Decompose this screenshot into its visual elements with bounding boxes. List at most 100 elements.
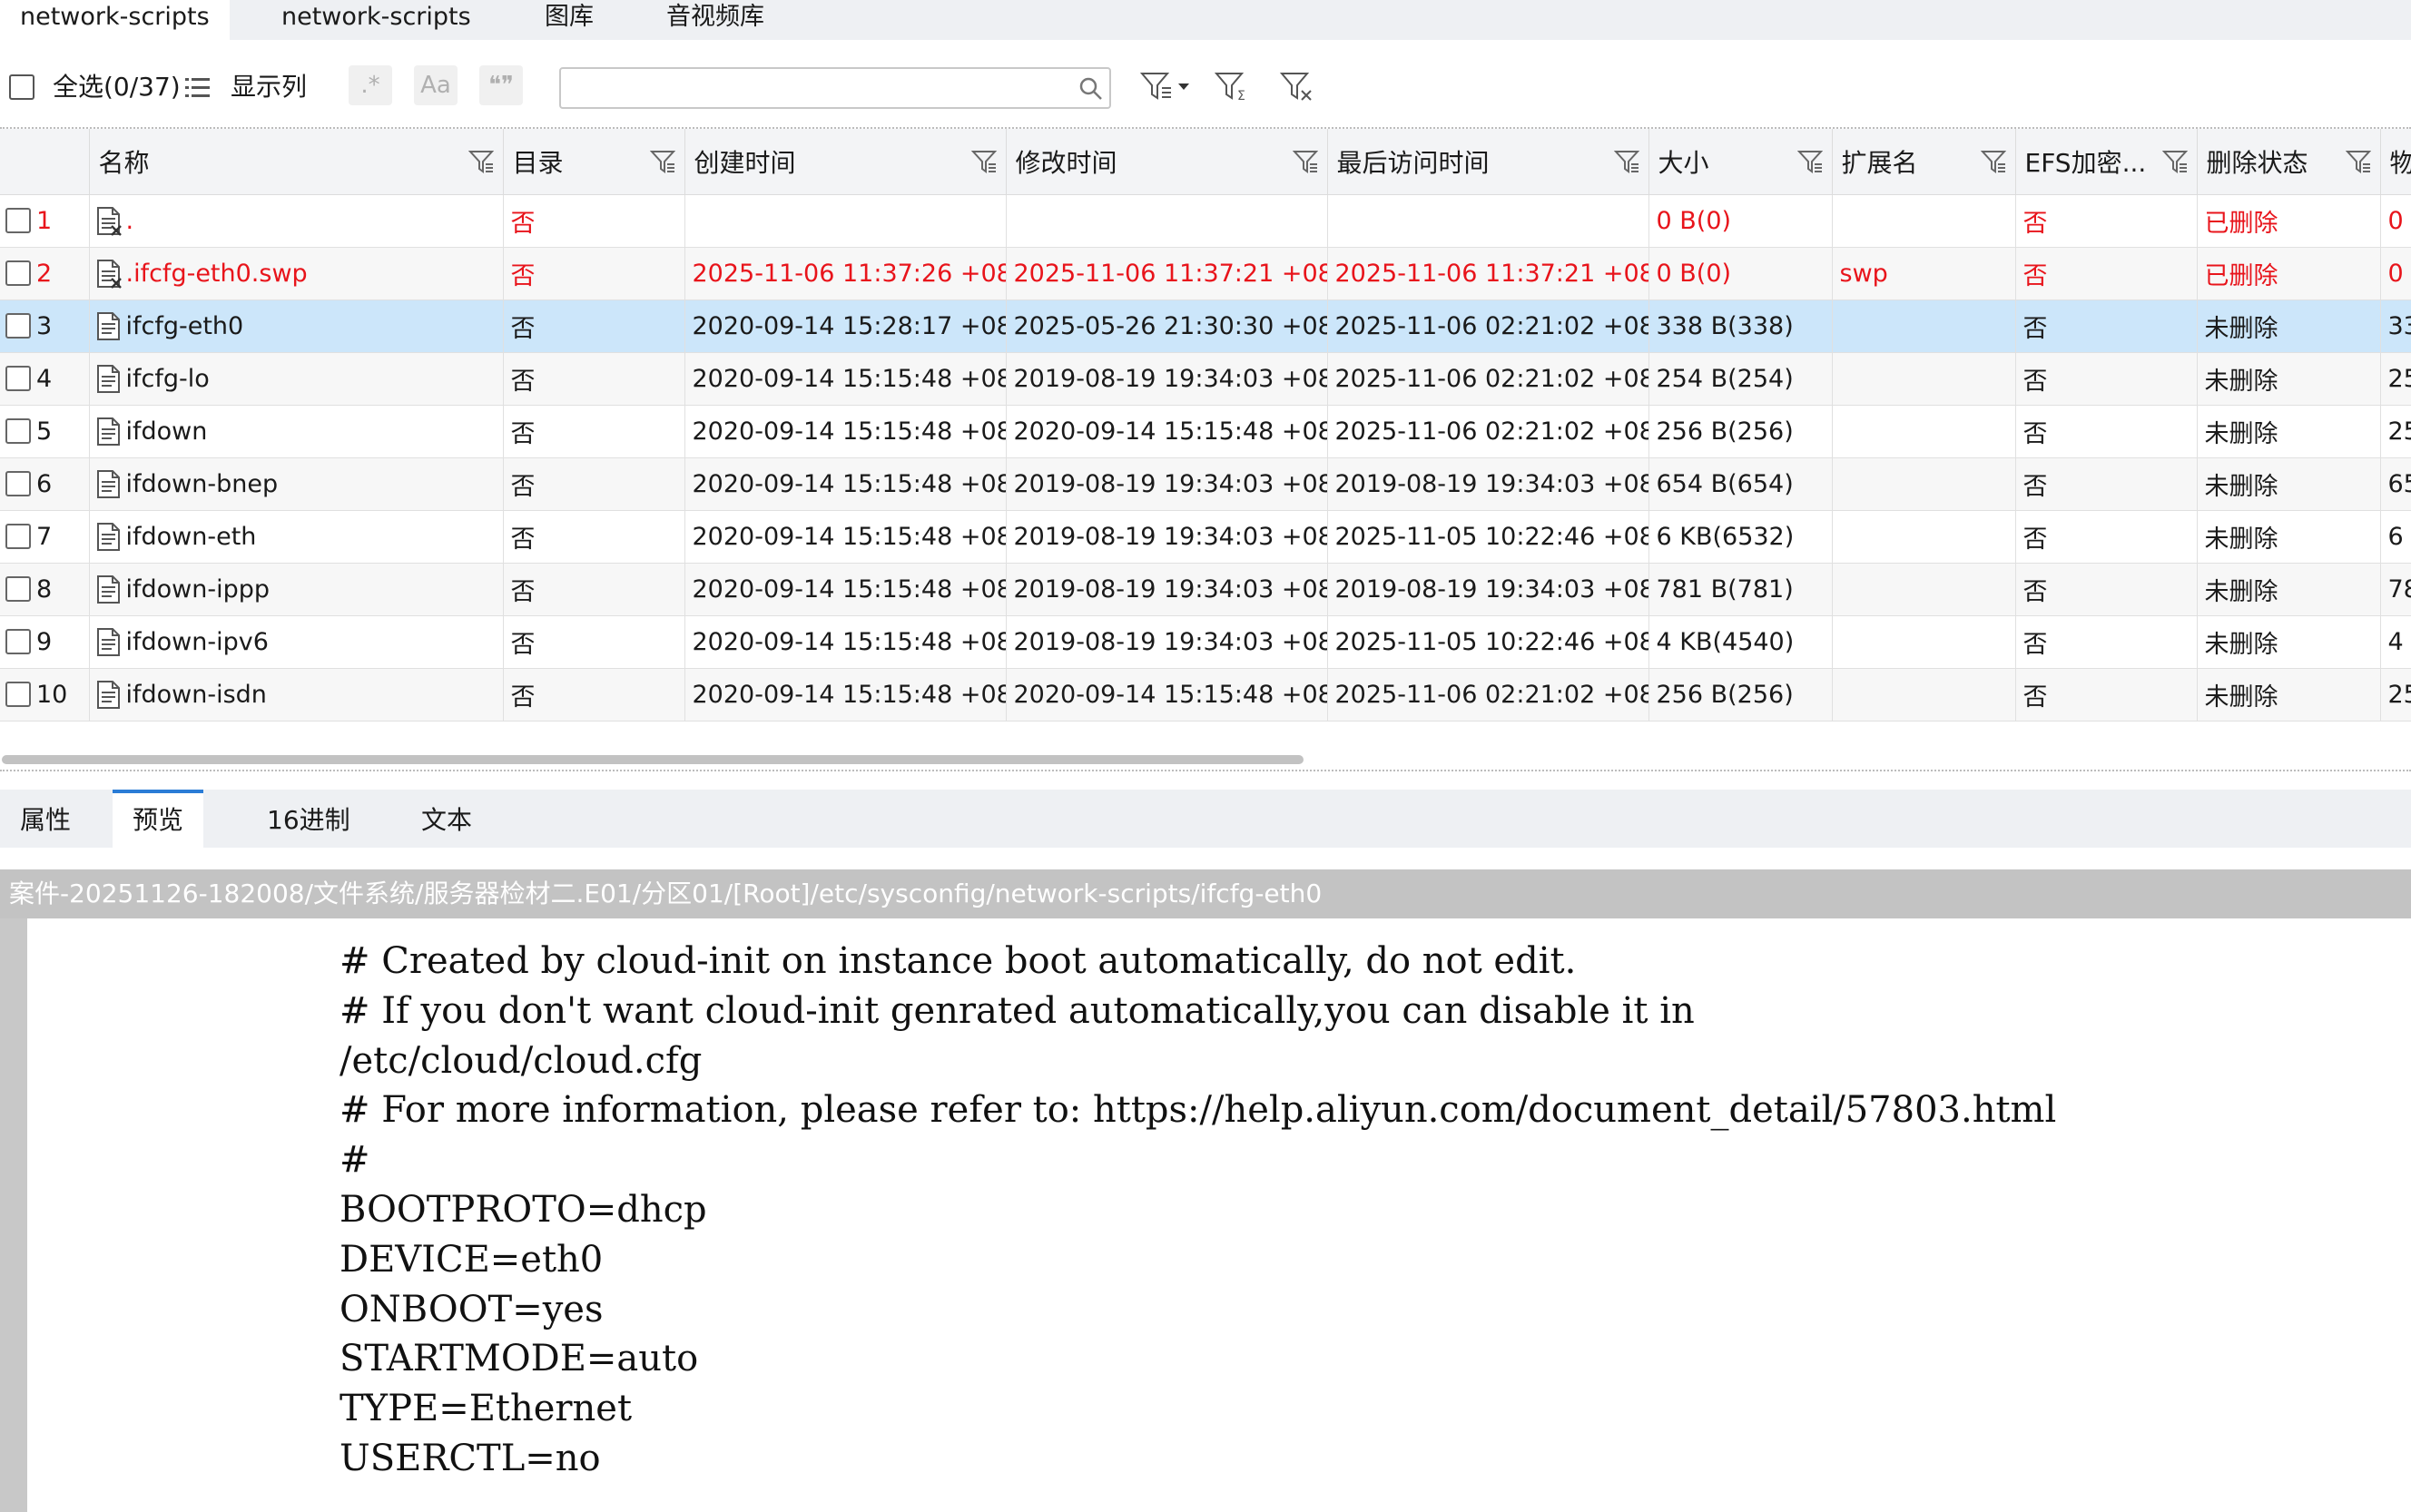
filter-icon[interactable] <box>649 149 675 174</box>
filter-icon[interactable] <box>1980 149 2006 174</box>
row-checkbox[interactable] <box>5 628 31 654</box>
cell-directory: 否 <box>503 194 685 248</box>
table-row[interactable]: 9 ifdown-ipv6 否 2020-09-14 15:15:48 +08 2019… <box>0 615 2411 669</box>
filter-icon[interactable] <box>467 149 494 174</box>
tab-network-scripts[interactable]: network-scripts <box>261 0 491 40</box>
row-index: 6 <box>36 469 53 498</box>
cell-directory: 否 <box>503 563 685 616</box>
cell-directory: 否 <box>503 457 685 511</box>
cell-delete-status: 未删除 <box>2197 352 2381 406</box>
cell-index: 6 <box>0 457 90 511</box>
tab-text[interactable]: 文本 <box>401 790 492 848</box>
cell-modified: 2020-09-14 15:15:48 +08 <box>1006 668 1328 722</box>
cell-efs: 否 <box>2015 405 2198 458</box>
cell-delete-status: 未删除 <box>2197 668 2381 722</box>
cell-created: 2020-09-14 15:15:48 +08 <box>684 457 1007 511</box>
row-checkbox[interactable] <box>5 470 31 496</box>
row-checkbox[interactable] <box>5 312 31 339</box>
tab-hex[interactable]: 16进制 <box>247 790 370 848</box>
column-header-directory[interactable]: 目录 <box>503 129 685 195</box>
detail-tab-bar: 属性 预览 16进制 文本 <box>0 790 2411 848</box>
filter-icon[interactable] <box>2161 149 2188 174</box>
cell-accessed: 2025-11-05 10:22:46 +08 <box>1327 510 1649 564</box>
column-header-extra[interactable]: 物 <box>2380 129 2411 195</box>
cell-index: 4 <box>0 352 90 406</box>
row-checkbox[interactable] <box>5 365 31 391</box>
cell-extension <box>1832 194 2016 248</box>
column-header-efs[interactable]: EFS加密... <box>2015 129 2198 195</box>
table-row[interactable]: 3 ifcfg-eth0 否 2020-09-14 15:28:17 +08 2025-… <box>0 299 2411 353</box>
filter-icon[interactable] <box>970 149 997 174</box>
filter-icon[interactable] <box>1292 149 1318 174</box>
cell-size: 654 B(654) <box>1648 457 1833 511</box>
table-row[interactable]: 4 ifcfg-lo 否 2020-09-14 15:15:48 +08 2019-08… <box>0 352 2411 406</box>
filter-clear-icon[interactable] <box>1280 71 1316 103</box>
tab-gallery[interactable]: 图库 <box>525 0 614 40</box>
list-columns-icon[interactable] <box>185 76 211 100</box>
row-checkbox[interactable] <box>5 523 31 549</box>
cell-index: 3 <box>0 299 90 353</box>
cell-extension <box>1832 563 2016 616</box>
table-row[interactable]: 1.否0 B(0) 否已删除 0 <box>0 194 2411 248</box>
filter-icon[interactable] <box>1796 149 1823 174</box>
horizontal-scrollbar[interactable] <box>2 755 1304 764</box>
cell-accessed: 2019-08-19 19:34:03 +08 <box>1327 457 1649 511</box>
column-header-extension[interactable]: 扩展名 <box>1832 129 2016 195</box>
cell-created: 2020-09-14 15:15:48 +08 <box>684 405 1007 458</box>
search-input[interactable] <box>559 67 1111 109</box>
cell-created: 2020-09-14 15:15:48 +08 <box>684 668 1007 722</box>
file-table: 名称 目录 创建时间 修改时间 最后访问时间 大小 扩展名 EFS加密... 删… <box>0 129 2411 722</box>
tab-audio-video[interactable]: 音视频库 <box>646 0 784 40</box>
select-all-checkbox[interactable] <box>9 74 34 100</box>
row-checkbox[interactable] <box>5 681 31 707</box>
cell-index: 2 <box>0 247 90 300</box>
filter-icon[interactable] <box>2345 149 2371 174</box>
filter-sum-icon[interactable]: Σ <box>1215 71 1251 103</box>
cell-accessed: 2025-11-06 11:37:21 +08 <box>1327 247 1649 300</box>
table-row[interactable]: 7 ifdown-eth 否 2020-09-14 15:15:48 +08 2019-… <box>0 510 2411 564</box>
tab-properties[interactable]: 属性 <box>0 790 91 848</box>
cell-accessed: 2019-08-19 19:34:03 +08 <box>1327 563 1649 616</box>
tab-preview[interactable]: 预览 <box>113 790 204 848</box>
cell-modified: 2025-05-26 21:30:30 +08 <box>1006 299 1328 353</box>
table-row[interactable]: 8 ifdown-ippp 否 2020-09-14 15:15:48 +08 2019… <box>0 563 2411 616</box>
cell-efs: 否 <box>2015 510 2198 564</box>
row-index: 8 <box>36 574 53 604</box>
column-header-delete-status[interactable]: 删除状态 <box>2197 129 2381 195</box>
row-checkbox[interactable] <box>5 575 31 602</box>
match-case-toggle-button[interactable]: Aa <box>414 65 458 105</box>
show-columns-label[interactable]: 显示列 <box>231 67 307 103</box>
regex-toggle-button[interactable]: .* <box>349 65 392 105</box>
preview-line: # Created by cloud-init on instance boot… <box>340 940 1577 982</box>
table-row[interactable]: 10 ifdown-isdn 否 2020-09-14 15:15:48 +08 202… <box>0 668 2411 722</box>
tab-network-scripts-active[interactable]: network-scripts <box>0 0 230 40</box>
row-checkbox[interactable] <box>5 207 31 233</box>
column-header-created[interactable]: 创建时间 <box>684 129 1007 195</box>
row-checkbox[interactable] <box>5 417 31 444</box>
whole-word-toggle-button[interactable]: ❝❞ <box>479 65 523 105</box>
preview-line: DEVICE=eth0 <box>340 1238 604 1281</box>
cell-efs: 否 <box>2015 563 2198 616</box>
column-header-modified[interactable]: 修改时间 <box>1006 129 1328 195</box>
row-checkbox[interactable] <box>5 260 31 286</box>
column-header-accessed[interactable]: 最后访问时间 <box>1327 129 1649 195</box>
file-name: . <box>125 206 134 235</box>
table-row[interactable]: 5 ifdown 否 2020-09-14 15:15:48 +08 2020-09-1… <box>0 405 2411 458</box>
table-row[interactable]: 6 ifdown-bnep 否 2020-09-14 15:15:48 +08 2019… <box>0 457 2411 511</box>
cell-index: 7 <box>0 510 90 564</box>
search-icon[interactable] <box>1078 76 1104 102</box>
column-header-size[interactable]: 大小 <box>1648 129 1833 195</box>
row-index: 7 <box>36 522 53 551</box>
file-icon <box>96 364 120 393</box>
file-name: ifdown <box>125 417 208 446</box>
cell-created: 2020-09-14 15:15:48 +08 <box>684 510 1007 564</box>
column-header-name[interactable]: 名称 <box>89 129 504 195</box>
table-row[interactable]: 2 .ifcfg-eth0.swp 否 2025-11-06 11:37:26 +08… <box>0 247 2411 300</box>
cell-extra: 25 <box>2380 352 2411 406</box>
filter-dropdown-icon[interactable] <box>1140 71 1198 103</box>
file-icon <box>96 627 120 656</box>
filter-icon[interactable] <box>1613 149 1639 174</box>
file-icon <box>96 311 120 340</box>
select-all-label[interactable]: 全选(0/37) <box>53 67 181 103</box>
cell-created: 2025-11-06 11:37:26 +08 <box>684 247 1007 300</box>
